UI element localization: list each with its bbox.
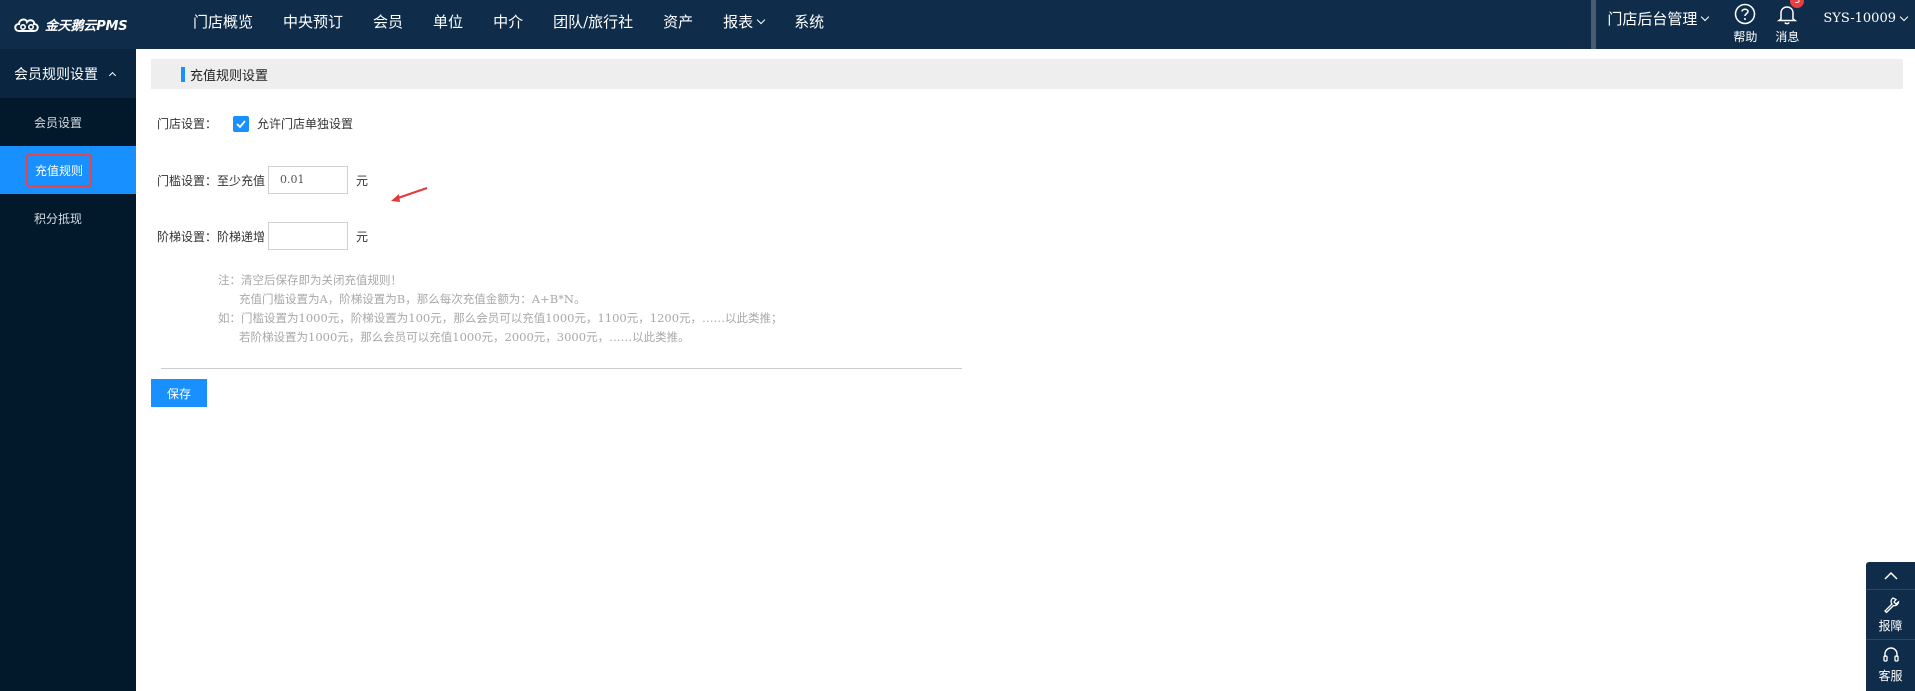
note-line: 若阶梯设置为1000元，那么会员可以充值1000元，2000元，3000元，……… xyxy=(239,330,690,344)
threshold-input[interactable]: 0.01 xyxy=(268,166,349,194)
sidebar-item-member-settings[interactable]: 会员设置 xyxy=(0,98,136,146)
nav-item-central-booking[interactable]: 中央预订 xyxy=(268,0,358,46)
wrench-icon xyxy=(1883,596,1899,613)
nav-item-system[interactable]: 系统 xyxy=(779,0,839,46)
nav-label: 单位 xyxy=(433,12,464,31)
brand-name: 金天鹅云PMS xyxy=(45,18,128,34)
sidebar-item-label: 充值规则 xyxy=(26,153,93,187)
user-name: SYS-10009 xyxy=(1823,11,1896,26)
threshold-unit: 元 xyxy=(356,173,369,188)
nav-item-company[interactable]: 单位 xyxy=(418,0,478,46)
sidebar-item-label: 积分抵现 xyxy=(34,211,83,226)
report-issue-button[interactable]: 报障 xyxy=(1866,590,1915,640)
nav-label: 中央预订 xyxy=(283,12,344,31)
headset-icon xyxy=(1882,647,1899,662)
main-content: 充值规则设置 门店设置： 允许门店单独设置 门槛设置： 至少充值 0.01 元 … xyxy=(136,49,1915,691)
user-menu[interactable]: SYS-10009 xyxy=(1808,0,1915,43)
message-count-badge: 5 xyxy=(1790,0,1805,8)
section-title: 充值规则设置 xyxy=(190,68,269,84)
top-navigation-bar: 金天鹅云PMS 门店概览 中央预订 会员 单位 中介 团队/旅行社 资产 报表 … xyxy=(0,0,1915,49)
section-header: 充值规则设置 xyxy=(151,59,1903,89)
check-icon xyxy=(236,119,246,128)
divider xyxy=(161,368,962,369)
step-label: 阶梯设置： xyxy=(157,229,218,244)
step-prefix: 阶梯递增 xyxy=(217,229,266,244)
threshold-prefix: 至少充值 xyxy=(217,173,266,188)
customer-service-label: 客服 xyxy=(1878,669,1903,683)
messages-button[interactable]: 5 消息 xyxy=(1766,0,1808,49)
allow-store-checkbox-label[interactable]: 允许门店单独设置 xyxy=(257,115,353,132)
messages-label: 消息 xyxy=(1775,30,1800,44)
nav-item-store-overview[interactable]: 门店概览 xyxy=(178,0,268,46)
main-nav: 门店概览 中央预订 会员 单位 中介 团队/旅行社 资产 报表 系统 xyxy=(178,0,839,49)
store-admin-label: 门店后台管理 xyxy=(1607,9,1698,28)
floating-tools-panel: 报障 客服 xyxy=(1866,562,1915,691)
chevron-up-icon xyxy=(1883,571,1898,580)
nav-label: 中介 xyxy=(493,12,524,31)
help-button[interactable]: 帮助 xyxy=(1724,0,1766,49)
cloud-logo-icon xyxy=(14,18,39,32)
allow-store-checkbox[interactable] xyxy=(233,115,250,132)
nav-item-agency[interactable]: 中介 xyxy=(478,0,538,46)
nav-item-assets[interactable]: 资产 xyxy=(648,0,708,46)
store-setting-row: 门店设置： 允许门店单独设置 xyxy=(157,115,353,132)
nav-item-reports[interactable]: 报表 xyxy=(708,0,779,46)
store-setting-label: 门店设置： xyxy=(157,117,218,131)
chevron-down-icon xyxy=(756,15,766,24)
sidebar-item-recharge-rules[interactable]: 充值规则 xyxy=(0,146,136,194)
sidebar: 会员规则设置 会员设置 充值规则 积分抵现 xyxy=(0,49,136,691)
store-admin-menu[interactable]: 门店后台管理 xyxy=(1596,0,1724,43)
nav-label: 系统 xyxy=(794,12,825,31)
nav-label: 资产 xyxy=(663,12,694,31)
sidebar-item-points-redemption[interactable]: 积分抵现 xyxy=(0,194,136,242)
help-icon xyxy=(1735,3,1756,25)
chevron-up-icon xyxy=(108,71,117,80)
step-row: 阶梯设置： 阶梯递增 元 xyxy=(157,222,368,250)
red-arrow-icon xyxy=(391,187,428,202)
nav-item-member[interactable]: 会员 xyxy=(358,0,418,46)
step-unit: 元 xyxy=(356,229,369,244)
threshold-row: 门槛设置： 至少充值 0.01 元 xyxy=(157,166,368,194)
rule-notes: 注：清空后保存即为关闭充值规则！ 充值门槛设置为A，阶梯设置为B，那么每次充值金… xyxy=(218,271,783,347)
help-label: 帮助 xyxy=(1733,30,1758,44)
sidebar-item-label: 会员设置 xyxy=(34,115,83,130)
threshold-label: 门槛设置： xyxy=(157,173,218,188)
note-line: 注：清空后保存即为关闭充值规则！ xyxy=(218,273,402,287)
nav-label: 门店概览 xyxy=(193,12,254,31)
sidebar-group-label: 会员规则设置 xyxy=(14,66,98,83)
brand-logo[interactable]: 金天鹅云PMS xyxy=(12,12,128,36)
nav-label: 团队/旅行社 xyxy=(553,12,634,31)
sidebar-group-member-rules[interactable]: 会员规则设置 xyxy=(0,49,136,98)
nav-item-group-travel[interactable]: 团队/旅行社 xyxy=(538,0,648,46)
topbar-right: 门店后台管理 帮助 5 消息 SYS-10009 xyxy=(1591,0,1915,49)
section-accent-bar xyxy=(181,66,185,82)
save-button[interactable]: 保存 xyxy=(151,379,207,407)
report-issue-label: 报障 xyxy=(1878,618,1903,633)
note-line: 如：门槛设置为1000元，阶梯设置为100元，那么会员可以充值1000元，110… xyxy=(218,311,783,325)
chevron-down-icon xyxy=(1701,12,1710,21)
nav-label: 会员 xyxy=(373,12,404,31)
step-input[interactable] xyxy=(268,222,349,250)
collapse-panel-button[interactable] xyxy=(1866,562,1915,590)
nav-label: 报表 xyxy=(723,12,754,31)
chevron-down-icon xyxy=(1899,12,1909,21)
customer-service-button[interactable]: 客服 xyxy=(1866,640,1915,690)
note-line: 充值门槛设置为A，阶梯设置为B，那么每次充值金额为：A+B*N。 xyxy=(239,292,586,306)
